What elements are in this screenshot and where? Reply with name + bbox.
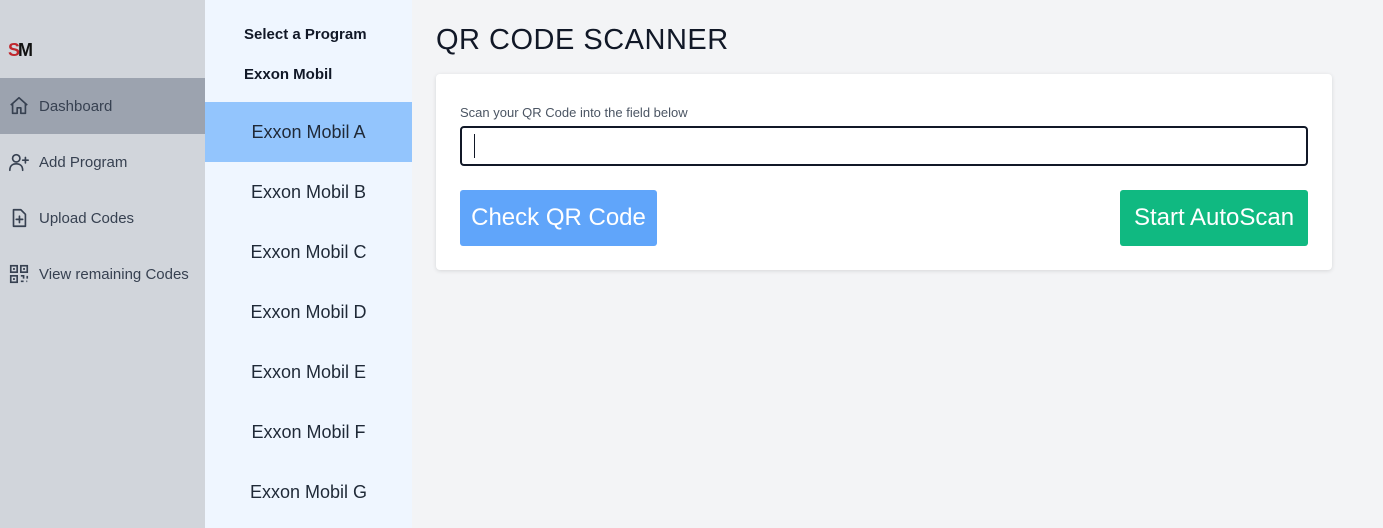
- nav-item-label: Upload Codes: [39, 209, 135, 227]
- nav-item-dashboard[interactable]: Dashboard: [0, 78, 205, 134]
- program-item[interactable]: Exxon Mobil B: [205, 162, 412, 222]
- qr-field-label: Scan your QR Code into the field below: [460, 105, 688, 120]
- nav-item-view-remaining-codes[interactable]: View remaining Codes: [0, 246, 205, 302]
- check-qr-code-button[interactable]: Check QR Code: [460, 190, 657, 246]
- nav-item-label: Add Program: [39, 153, 128, 171]
- nav-item-label: View remaining Codes: [39, 265, 189, 283]
- nav-item-upload-codes[interactable]: Upload Codes: [0, 190, 205, 246]
- qr-code-icon: [8, 263, 30, 285]
- home-icon: [8, 95, 30, 117]
- scanner-card: Scan your QR Code into the field below C…: [436, 74, 1332, 270]
- svg-text:M: M: [18, 40, 33, 60]
- program-item[interactable]: Exxon Mobil G: [205, 462, 412, 522]
- nav-item-label: Dashboard: [39, 97, 113, 115]
- program-item[interactable]: Exxon Mobil A: [205, 102, 412, 162]
- text-caret: [474, 134, 475, 158]
- page-title: QR CODE SCANNER: [436, 24, 729, 56]
- program-item[interactable]: Exxon Mobil E: [205, 342, 412, 402]
- start-autoscan-button[interactable]: Start AutoScan: [1120, 190, 1308, 246]
- file-plus-icon: [8, 207, 30, 229]
- sidebar-nav: S M Dashboard Add Program Upload Codes V…: [0, 0, 205, 528]
- program-list-panel: Select a Program Exxon Mobil Exxon Mobil…: [205, 0, 412, 528]
- user-plus-icon: [8, 151, 30, 173]
- program-group-label: Exxon Mobil: [244, 66, 333, 83]
- qr-code-input[interactable]: [460, 126, 1308, 166]
- sm-logo-icon: S M: [8, 40, 33, 60]
- program-list-title: Select a Program: [244, 26, 367, 43]
- program-item[interactable]: Exxon Mobil D: [205, 282, 412, 342]
- nav-item-add-program[interactable]: Add Program: [0, 134, 205, 190]
- program-item[interactable]: Exxon Mobil C: [205, 222, 412, 282]
- logo: S M: [8, 36, 34, 62]
- program-item[interactable]: Exxon Mobil F: [205, 402, 412, 462]
